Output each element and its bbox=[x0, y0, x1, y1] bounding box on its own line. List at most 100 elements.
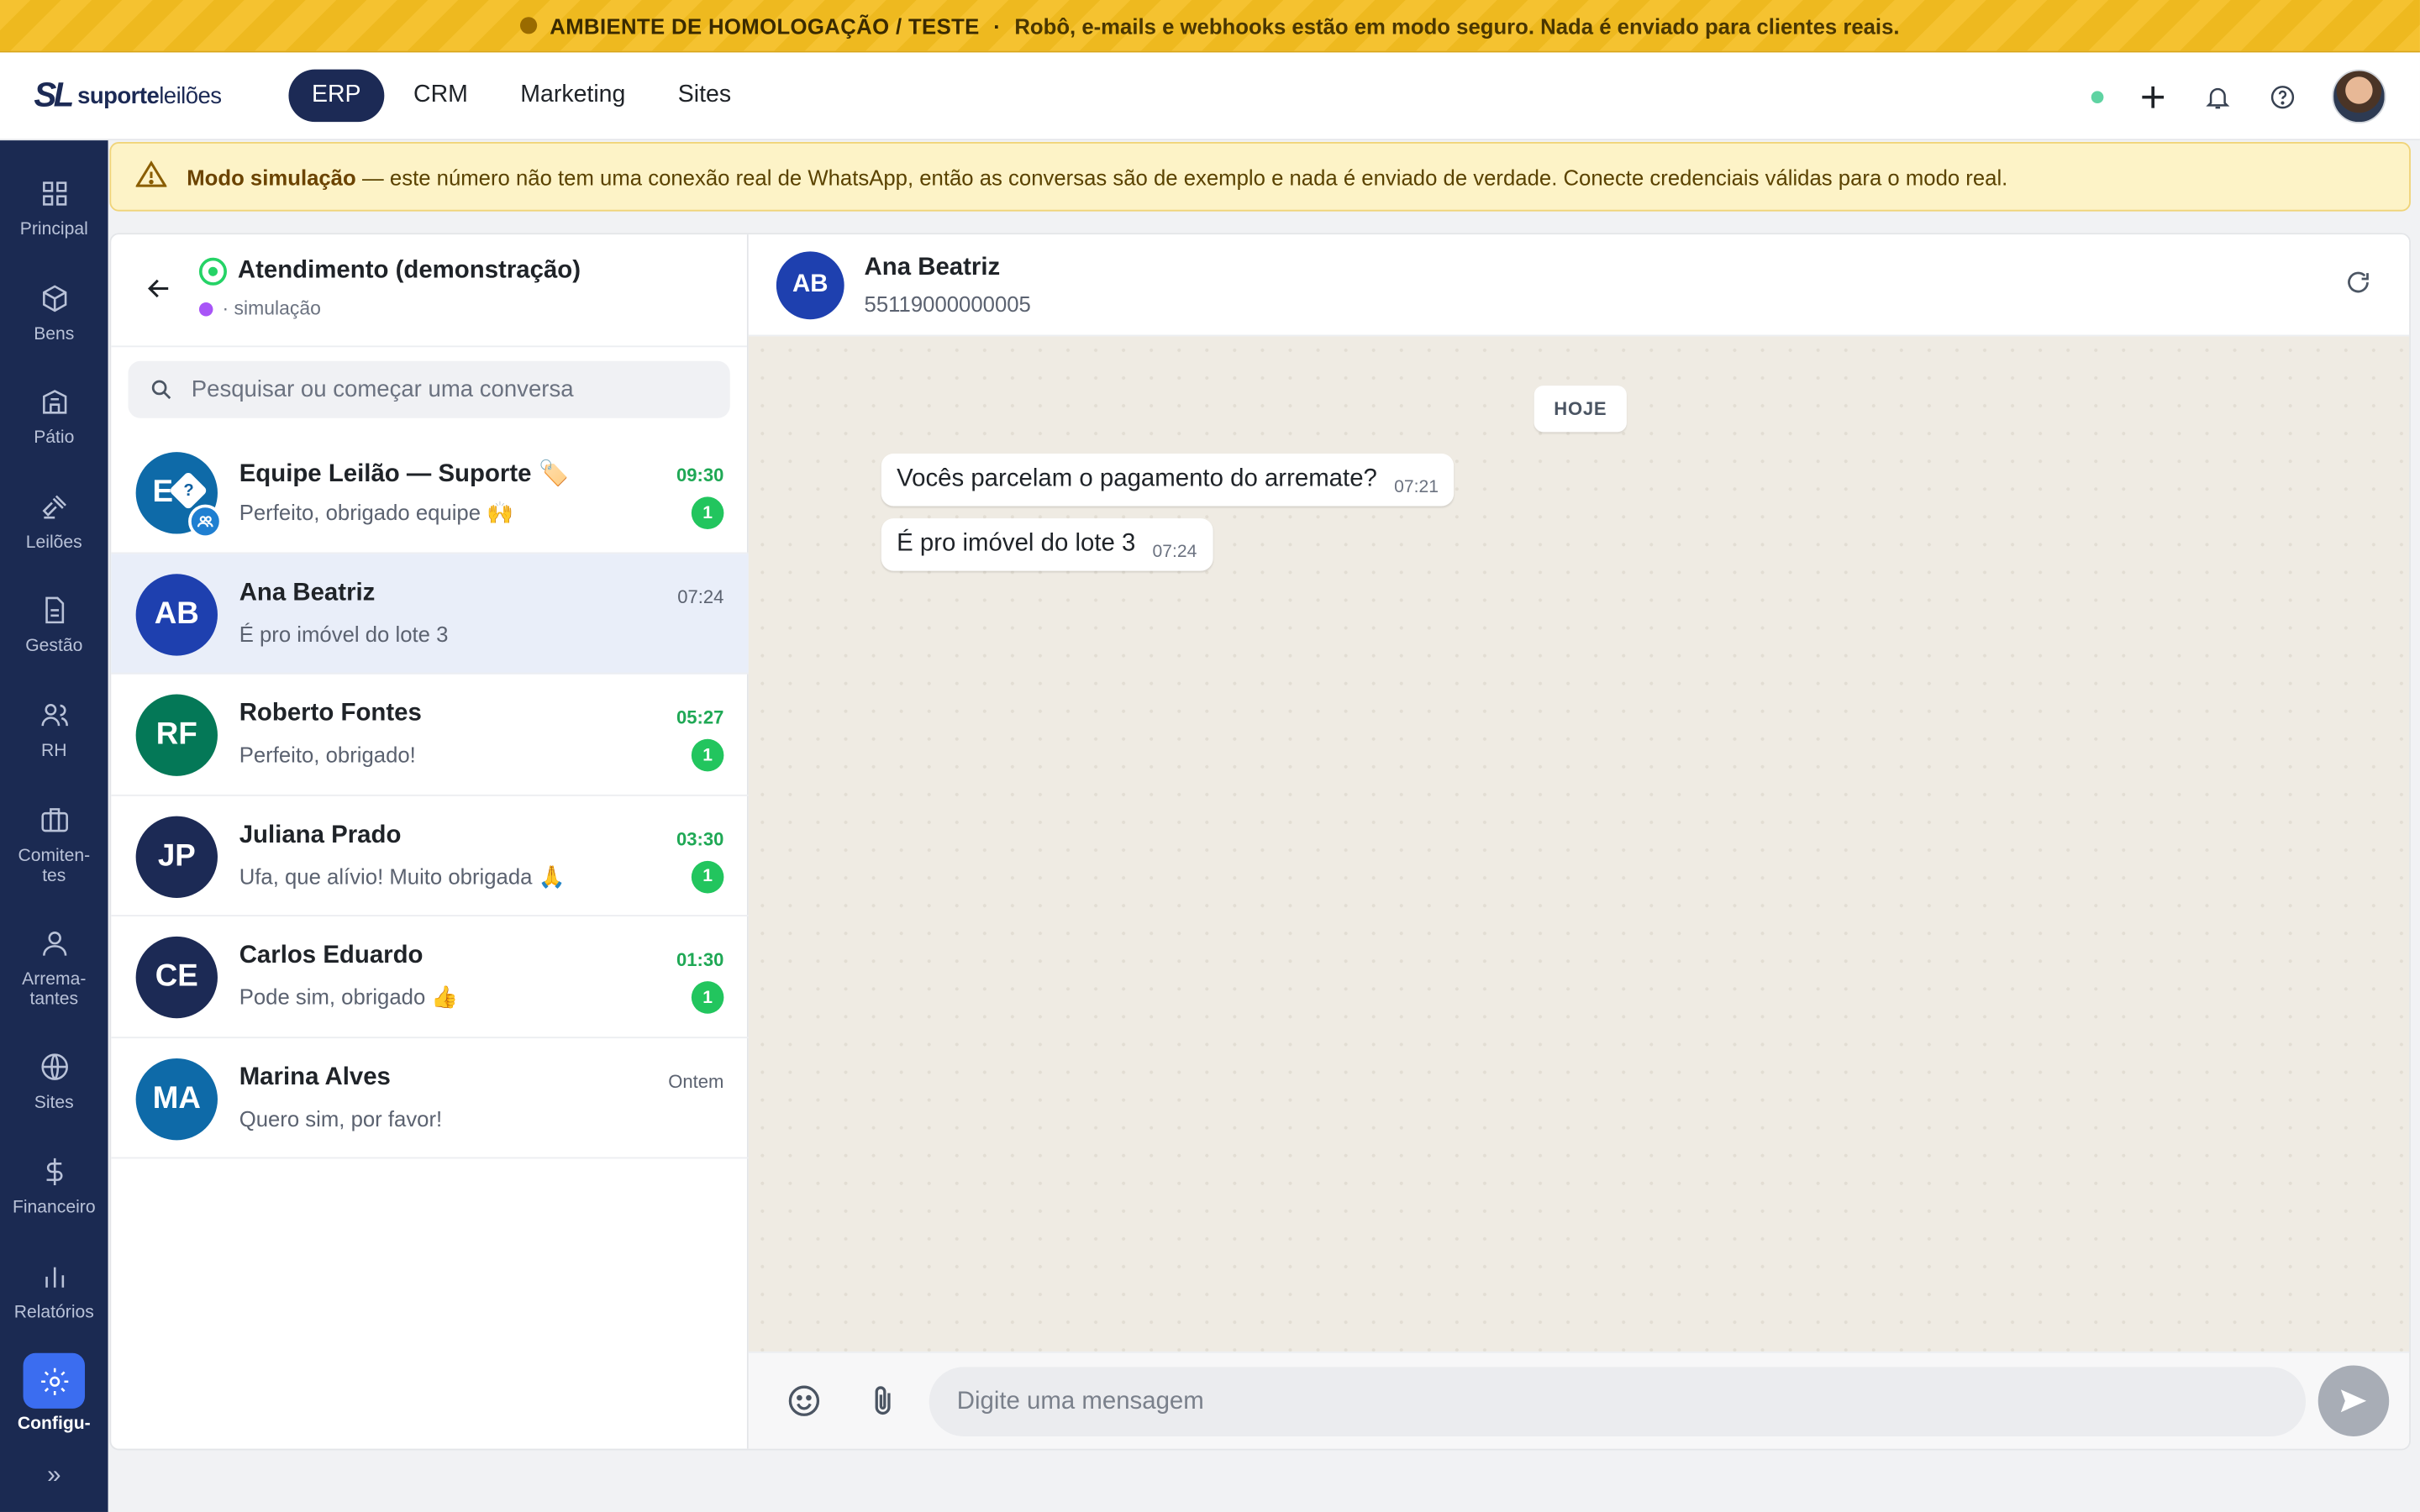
banner-separator: · bbox=[993, 13, 1001, 38]
gavel-icon bbox=[41, 495, 66, 519]
sidebar-item-relatorios[interactable]: Relatórios bbox=[0, 1261, 108, 1324]
chat-header: AB Ana Beatriz 55119000000005 bbox=[748, 234, 2410, 337]
box-icon bbox=[42, 285, 66, 312]
search-box bbox=[128, 360, 730, 418]
notice-title: Modo simulação bbox=[187, 164, 356, 189]
refresh-icon[interactable] bbox=[2344, 269, 2375, 300]
nav-marketing[interactable]: Marketing bbox=[497, 70, 649, 122]
channel-status: · simulação bbox=[198, 297, 321, 319]
search-input[interactable] bbox=[191, 376, 701, 403]
gear-icon bbox=[40, 1367, 68, 1394]
avatar[interactable]: AB bbox=[776, 251, 844, 320]
message-input[interactable] bbox=[929, 1367, 2307, 1436]
environment-message: Robô, e-mails e webhooks estão em modo s… bbox=[1014, 13, 1900, 38]
nav-crm[interactable]: CRM bbox=[390, 70, 491, 122]
simulation-notice: Modo simulação — este número não tem uma… bbox=[109, 141, 2411, 212]
contact-name: Ana Beatriz bbox=[239, 579, 376, 606]
conversation-item[interactable]: JP Juliana Prado Ufa, que alívio! Muito … bbox=[111, 795, 749, 916]
users-icon bbox=[40, 703, 68, 727]
inbox-panel: Atendimento (demonstração) · simulação E… bbox=[109, 233, 2411, 1451]
conversation-item[interactable]: MA Marina Alves Quero sim, por favor! On… bbox=[111, 1037, 749, 1159]
status-dot-icon bbox=[198, 302, 213, 316]
logo[interactable]: SL suporteleilões bbox=[34, 76, 250, 116]
channel-name: Atendimento (demonstração) bbox=[237, 257, 581, 284]
dollar-icon bbox=[45, 1158, 62, 1186]
avatar: AB bbox=[135, 573, 218, 655]
conversation-item[interactable]: E ? Equipe Leilão — Suporte 🏷️ Perfeito,… bbox=[111, 432, 749, 554]
last-message: É pro imóvel do lote 3 bbox=[239, 621, 449, 646]
sidebar-item-leiloes[interactable]: Leilões bbox=[0, 491, 108, 554]
conversation-item[interactable]: CE Carlos Eduardo Pode sim, obrigado 👍 0… bbox=[111, 916, 749, 1038]
message-time: 07:24 bbox=[1152, 543, 1197, 562]
document-icon bbox=[45, 596, 64, 624]
nav-sites[interactable]: Sites bbox=[655, 70, 754, 122]
last-message: Ufa, que alívio! Muito obrigada 🙏 bbox=[239, 863, 566, 889]
main-nav: ERP CRM Marketing Sites bbox=[288, 69, 754, 123]
sidebar-label: Financeiro bbox=[12, 1199, 96, 1218]
message-time: 09:30 bbox=[676, 464, 724, 486]
expand-sidebar-icon[interactable]: » bbox=[0, 1462, 108, 1490]
sidebar-item-arrematantes[interactable]: Arrema- tantes bbox=[0, 927, 108, 1011]
attachment-icon[interactable] bbox=[865, 1383, 905, 1423]
sidebar-label: Comiten- tes bbox=[18, 847, 91, 886]
sidebar-item-comitentes[interactable]: Comiten- tes bbox=[0, 804, 108, 887]
sidebar-item-bens[interactable]: Bens bbox=[0, 282, 108, 345]
sidebar-item-gestao[interactable]: Gestão bbox=[0, 594, 108, 657]
contact-name: Marina Alves bbox=[239, 1063, 391, 1090]
message-bubble: Vocês parcelam o pagamento do arremate? … bbox=[881, 453, 1455, 507]
back-arrow-icon[interactable] bbox=[145, 275, 173, 312]
warning-icon bbox=[134, 160, 168, 193]
sidebar-label: Arrema- tantes bbox=[22, 970, 87, 1010]
active-indicator bbox=[23, 1352, 86, 1409]
conversation-list-column: Atendimento (demonstração) · simulação E… bbox=[111, 234, 749, 1449]
bell-icon[interactable] bbox=[2202, 81, 2233, 112]
sidebar: Principal Bens Pátio Leilões Gestão RH C… bbox=[0, 140, 108, 1512]
conversation-list: E ? Equipe Leilão — Suporte 🏷️ Perfeito,… bbox=[111, 432, 749, 1159]
sidebar-label: Relatórios bbox=[13, 1304, 94, 1323]
avatar: MA bbox=[135, 1058, 218, 1140]
unread-badge: 1 bbox=[691, 738, 724, 772]
contact-name: Juliana Prado bbox=[239, 822, 402, 848]
user-avatar[interactable] bbox=[2332, 69, 2386, 123]
sidebar-item-patio[interactable]: Pátio bbox=[0, 386, 108, 449]
chat-contact-name: Ana Beatriz bbox=[864, 255, 1001, 281]
last-message: Perfeito, obrigado! bbox=[239, 742, 416, 767]
sidebar-item-configuracoes[interactable]: Configu- bbox=[0, 1352, 108, 1435]
message-time: 07:21 bbox=[1394, 478, 1439, 497]
bar-chart-icon bbox=[45, 1267, 64, 1288]
message-time: Ontem bbox=[668, 1069, 724, 1092]
user-icon bbox=[42, 931, 66, 956]
plus-icon[interactable] bbox=[2138, 81, 2169, 112]
sidebar-label: RH bbox=[41, 742, 67, 761]
message-time: 01:30 bbox=[676, 948, 724, 971]
sidebar-label: Sites bbox=[34, 1094, 74, 1113]
top-navbar: SL suporteleilões ERP CRM Marketing Site… bbox=[0, 52, 2420, 141]
message-time: 03:30 bbox=[676, 827, 724, 850]
conversation-item[interactable]: RF Roberto Fontes Perfeito, obrigado! 05… bbox=[111, 675, 749, 795]
sidebar-item-principal[interactable]: Principal bbox=[0, 177, 108, 240]
send-button[interactable] bbox=[2317, 1365, 2390, 1436]
environment-label: AMBIENTE DE HOMOLOGAÇÃO / TESTE bbox=[550, 13, 980, 38]
sidebar-item-sites[interactable]: Sites bbox=[0, 1051, 108, 1114]
help-icon[interactable] bbox=[2267, 81, 2298, 112]
group-icon bbox=[188, 504, 223, 539]
last-message: Quero sim, por favor! bbox=[239, 1105, 443, 1131]
send-icon bbox=[2340, 1389, 2367, 1413]
last-message: Perfeito, obrigado equipe 🙌 bbox=[239, 500, 514, 525]
emoji-icon[interactable] bbox=[786, 1383, 826, 1423]
conversation-item[interactable]: AB Ana Beatriz É pro imóvel do lote 3 07… bbox=[111, 553, 749, 675]
notice-text: — este número não tem uma conexão real d… bbox=[362, 164, 2008, 189]
sidebar-item-rh[interactable]: RH bbox=[0, 699, 108, 762]
logo-text: suporteleilões bbox=[77, 82, 222, 109]
sidebar-item-financeiro[interactable]: Financeiro bbox=[0, 1156, 108, 1219]
sidebar-label: Gestão bbox=[25, 637, 83, 656]
message-time: 05:27 bbox=[676, 706, 724, 728]
message-bubble: É pro imóvel do lote 3 07:24 bbox=[881, 518, 1213, 571]
contact-name: Carlos Eduardo bbox=[239, 942, 424, 969]
avatar: RF bbox=[135, 694, 218, 776]
date-separator: HOJE bbox=[1534, 386, 1627, 433]
nav-erp[interactable]: ERP bbox=[288, 69, 385, 123]
message-text: É pro imóvel do lote 3 bbox=[897, 530, 1136, 558]
channel-header: Atendimento (demonstração) · simulação bbox=[111, 234, 747, 348]
avatar: JP bbox=[135, 815, 218, 898]
